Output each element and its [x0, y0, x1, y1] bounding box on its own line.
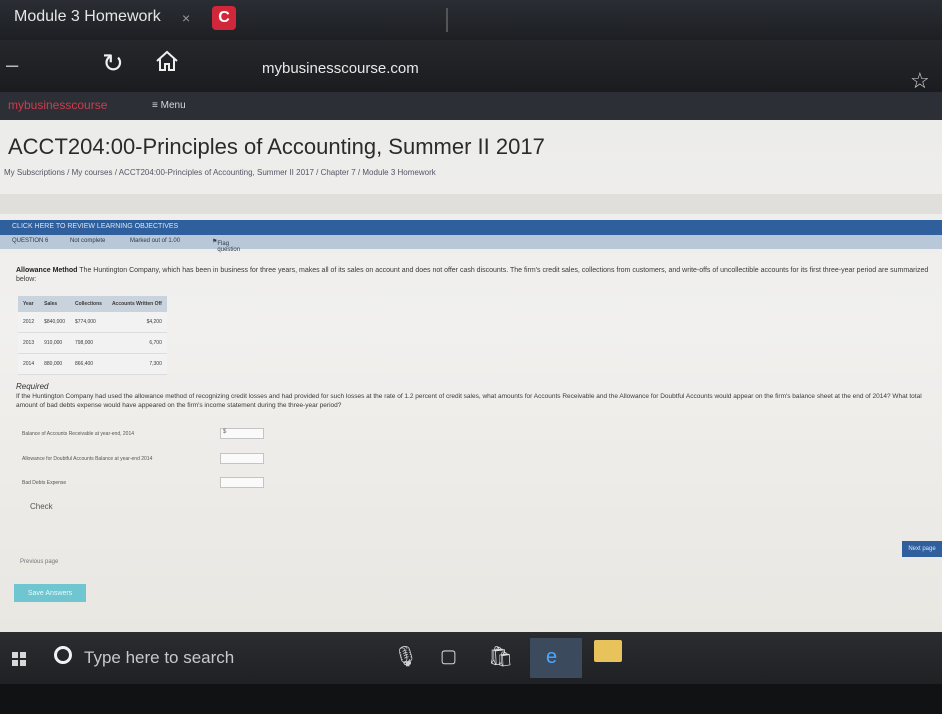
- question-info-bar: QUESTION 6 Not complete Marked out of 1.…: [0, 235, 942, 253]
- file-explorer-icon[interactable]: [594, 640, 622, 662]
- table-row: 2014 880,000 866,400 7,300: [18, 353, 167, 375]
- table-row: 2013 910,000 798,000 6,700: [18, 332, 167, 354]
- refresh-icon[interactable]: ↻: [102, 48, 124, 79]
- table-cell: 2012: [18, 312, 40, 333]
- field-label-bad-debts: Bad Debts Expense: [22, 480, 67, 486]
- table-cell: 866,400: [69, 353, 107, 375]
- table-cell: $774,000: [69, 312, 107, 333]
- screen-bezel: [0, 684, 942, 714]
- save-answers-button[interactable]: Save Answers: [14, 584, 86, 602]
- tab-title[interactable]: Module 3 Homework: [14, 8, 161, 26]
- table-cell: 2014: [18, 353, 40, 375]
- home-icon[interactable]: [152, 46, 182, 76]
- store-icon[interactable]: 🛍: [488, 644, 513, 669]
- browser-tab-bar: Module 3 Homework × C: [0, 0, 942, 40]
- table-cell: 7,300: [106, 353, 167, 375]
- page-content: ACCT204:00-Principles of Accounting, Sum…: [0, 120, 942, 632]
- windows-start-icon[interactable]: [12, 652, 26, 666]
- allowance-input[interactable]: [220, 453, 264, 464]
- cortana-icon[interactable]: [54, 646, 72, 664]
- flag-question-link[interactable]: ⚑ Flag question: [212, 238, 240, 253]
- table-cell: 880,000: [39, 353, 70, 375]
- previous-page-link[interactable]: Previous page: [20, 559, 58, 565]
- table-header-row: Year Sales Collections Accounts Written …: [18, 296, 167, 312]
- table-header: Collections: [69, 296, 107, 312]
- required-text: If the Huntington Company had used the a…: [16, 393, 922, 409]
- table-cell: 798,000: [69, 332, 107, 354]
- new-tab-favicon-icon[interactable]: C: [212, 6, 236, 30]
- question-status: Not complete: [70, 238, 106, 244]
- field-label-accounts-receivable: Balance of Accounts Receivable at year-e…: [22, 431, 135, 437]
- question-heading: Allowance Method: [16, 267, 78, 274]
- breadcrumb[interactable]: My Subscriptions / My courses / ACCT204:…: [4, 168, 436, 177]
- site-header: mybusinesscourse ≡ Menu: [0, 92, 942, 120]
- table-cell: 910,000: [39, 332, 70, 354]
- table-cell: $4,200: [106, 312, 167, 333]
- question-marks: Marked out of 1.00: [130, 238, 181, 244]
- check-button[interactable]: Check: [30, 502, 53, 511]
- tab-close-icon[interactable]: ×: [182, 10, 190, 26]
- accounts-receivable-input[interactable]: $: [220, 428, 264, 439]
- taskbar-search-input[interactable]: Type here to search: [84, 648, 234, 668]
- table-cell: $840,000: [39, 312, 70, 333]
- learning-objectives-bar[interactable]: CLICK HERE TO REVIEW LEARNING OBJECTIVES: [0, 220, 942, 235]
- question-text: Allowance Method The Huntington Company,…: [16, 266, 936, 284]
- table-header: Accounts Written Off: [106, 296, 167, 312]
- windows-taskbar: Type here to search 🎙 ▢ 🛍 e: [0, 632, 942, 684]
- table-cell: 2013: [18, 332, 40, 354]
- tab-separator: [446, 8, 448, 32]
- question-body: The Huntington Company, which has been i…: [16, 267, 929, 283]
- table-cell: 6,700: [106, 332, 167, 354]
- table-row: 2012 $840,000 $774,000 $4,200: [18, 312, 167, 333]
- question-number: QUESTION 6: [12, 238, 49, 244]
- field-label-allowance: Allowance for Doubtful Accounts Balance …: [22, 456, 153, 462]
- task-view-icon[interactable]: ▢: [440, 646, 457, 667]
- site-logo[interactable]: mybusinesscourse: [8, 98, 107, 112]
- back-icon[interactable]: –: [6, 52, 18, 78]
- menu-button[interactable]: ≡ Menu: [152, 100, 186, 111]
- required-label: Required: [16, 382, 49, 391]
- table-header: Sales: [39, 296, 70, 312]
- data-table: Year Sales Collections Accounts Written …: [18, 296, 167, 375]
- learning-objectives-link[interactable]: CLICK HERE TO REVIEW LEARNING OBJECTIVES: [12, 223, 178, 230]
- microphone-icon[interactable]: 🎙: [393, 644, 418, 669]
- table-header: Year: [18, 296, 40, 312]
- header-band: [0, 194, 942, 214]
- bad-debts-input[interactable]: [220, 477, 264, 488]
- favorite-star-icon[interactable]: ☆: [910, 68, 930, 94]
- edge-browser-icon[interactable]: e: [530, 638, 582, 678]
- next-page-button[interactable]: Next page: [902, 541, 942, 557]
- address-bar-url[interactable]: mybusinesscourse.com: [262, 60, 419, 77]
- browser-nav-bar: – ↻ mybusinesscourse.com ☆: [0, 40, 942, 94]
- page-title: ACCT204:00-Principles of Accounting, Sum…: [8, 134, 545, 159]
